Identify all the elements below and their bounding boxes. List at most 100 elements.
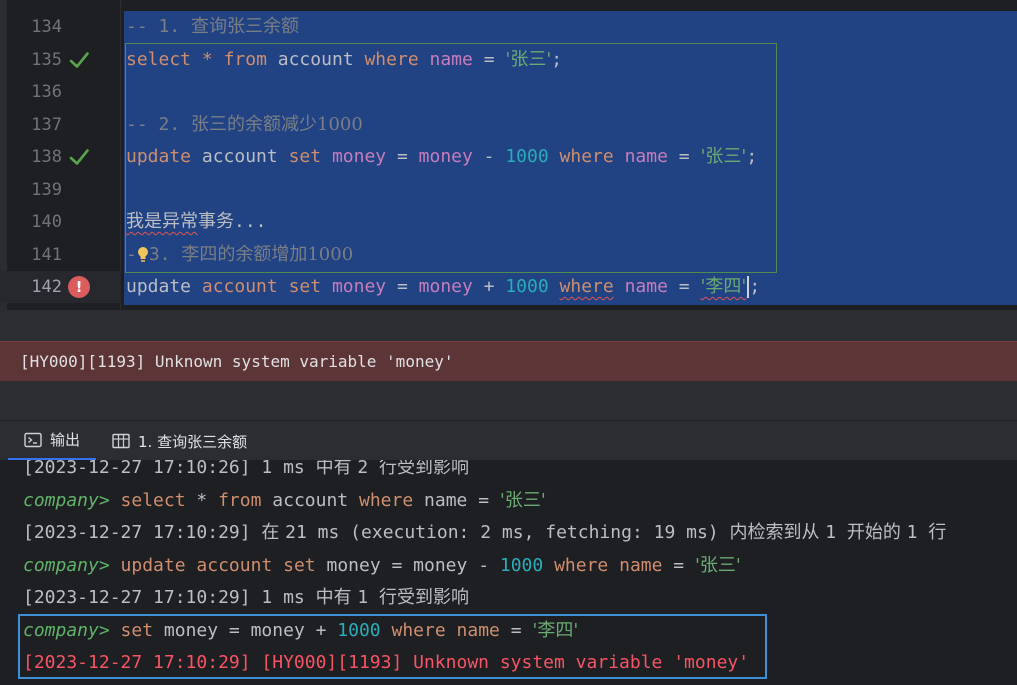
code-token: * bbox=[185, 489, 219, 511]
code-token: 行受到影响 bbox=[379, 587, 470, 608]
line-number: 140 bbox=[31, 212, 62, 232]
code-token: 在 bbox=[261, 522, 286, 543]
lightbulb-icon[interactable] bbox=[137, 246, 149, 264]
error-banner: [HY000][1193] Unknown system variable 'm… bbox=[0, 341, 1017, 381]
code-token: ; bbox=[746, 146, 758, 167]
error-icon[interactable]: ! bbox=[68, 276, 90, 298]
gutter-line: 139 bbox=[0, 174, 121, 206]
code-token: select bbox=[120, 489, 186, 511]
gutter-line: 138 bbox=[0, 141, 121, 173]
gutter-line: 133 bbox=[0, 0, 121, 10]
code-line[interactable]: update account set money = money - 1000 … bbox=[126, 141, 757, 173]
code-token: * bbox=[201, 48, 213, 70]
code-token: 开始的 bbox=[846, 522, 907, 543]
line-number: 133 bbox=[0, 0, 62, 4]
code-line[interactable]: 我是异常事务... bbox=[126, 206, 267, 238]
code-token: 1000 bbox=[337, 619, 381, 641]
console-line: company> select * from account where nam… bbox=[23, 485, 546, 517]
code-token: = bbox=[386, 276, 419, 297]
code-token: 3. bbox=[148, 243, 182, 265]
code-token: 行 bbox=[928, 522, 947, 543]
tab-output-label: 输出 bbox=[50, 431, 81, 449]
gutter-line: 136 bbox=[0, 76, 121, 108]
output-tab-bar: 输出 1. 查询张三余额 bbox=[0, 420, 1017, 461]
code-token: 李四的余额增加1000 bbox=[181, 243, 354, 265]
code-token: from bbox=[223, 48, 267, 70]
check-icon[interactable] bbox=[68, 146, 90, 168]
code-token: = bbox=[499, 619, 533, 641]
error-banner-text: [HY000][1193] Unknown system variable 'm… bbox=[20, 352, 454, 371]
code-line[interactable]: -3. 李四的余额增加1000 bbox=[126, 239, 353, 271]
gutter-line: 142! bbox=[0, 271, 121, 303]
line-number: 135 bbox=[31, 49, 62, 70]
line-number: 141 bbox=[31, 244, 62, 265]
code-token: set bbox=[288, 146, 322, 167]
code-token: '张三' bbox=[694, 554, 741, 576]
code-token: set bbox=[288, 276, 322, 297]
code-token: select bbox=[126, 48, 192, 70]
code-token: [2023-12-27 17:10:26] 1 ms bbox=[23, 460, 316, 478]
code-token: name = bbox=[413, 489, 500, 511]
code-token: set bbox=[120, 619, 154, 641]
code-token: 1000 bbox=[505, 276, 549, 297]
code-token: money bbox=[331, 146, 387, 167]
line-number-gutter: 133 134 135 136 137 138 139 140 141 142! bbox=[0, 0, 121, 310]
gutter-line: 141 bbox=[0, 239, 121, 271]
code-token: company> bbox=[23, 554, 110, 576]
output-console[interactable]: [2023-12-27 17:10:26] 1 ms 中有 2 行受到影响 com… bbox=[0, 460, 1017, 685]
code-token: '李四' bbox=[532, 619, 579, 641]
code-token: where bbox=[559, 276, 614, 297]
code-token: update bbox=[126, 276, 192, 297]
console-line: [2023-12-27 17:10:29] [HY000][1193] Unkn… bbox=[23, 647, 749, 679]
check-icon[interactable] bbox=[68, 49, 90, 71]
sql-editor[interactable]: 133 134 135 136 137 138 139 140 141 142! -- 1. 查… bbox=[0, 0, 1017, 310]
code-token: where bbox=[359, 489, 414, 511]
code-token: company> bbox=[23, 489, 110, 511]
console-line: [2023-12-27 17:10:29] 1 ms 中有 1 行受到影响 bbox=[23, 582, 469, 614]
code-line[interactable]: -- 2. 张三的余额减少1000 bbox=[126, 109, 363, 141]
code-area[interactable]: -- 1. 查询张三余额 select * from account where … bbox=[122, 0, 1017, 310]
code-token: update bbox=[120, 554, 186, 576]
console-line: company> set money = money + 1000 where … bbox=[23, 615, 578, 647]
line-number: 138 bbox=[31, 147, 62, 167]
tab-output[interactable]: 输出 bbox=[8, 421, 96, 461]
code-token: money bbox=[418, 276, 473, 297]
console-line: company> update account set money = mone… bbox=[23, 550, 741, 582]
code-line[interactable]: select * from account where name = '张三'; bbox=[126, 44, 562, 76]
code-token: 1 bbox=[357, 587, 380, 608]
code-token: account bbox=[201, 276, 278, 297]
code-token: 事务 bbox=[198, 211, 234, 232]
code-token: money = money + bbox=[153, 619, 338, 641]
code-token: where bbox=[391, 619, 446, 641]
code-token: '张三' bbox=[505, 48, 552, 70]
code-token: - bbox=[472, 146, 506, 167]
tab-query-result-label: 1. 查询张三余额 bbox=[138, 432, 248, 451]
code-token: 1 bbox=[825, 522, 847, 543]
code-token: [2023-12-27 17:10:29] [HY000][1193] Unkn… bbox=[23, 652, 750, 673]
code-token: name bbox=[624, 276, 668, 297]
code-token: name bbox=[624, 146, 668, 167]
line-number: 142 bbox=[31, 277, 62, 297]
editor-bottom-strip bbox=[0, 310, 1017, 341]
code-line[interactable]: -- 1. 查询张三余额 bbox=[126, 11, 299, 43]
code-token: company> bbox=[23, 619, 110, 641]
code-token: 21 ms (execution: 2 ms, fetching: 19 ms) bbox=[285, 522, 730, 543]
code-token: name bbox=[429, 48, 473, 70]
table-grid-icon bbox=[112, 433, 130, 449]
console-line: [2023-12-27 17:10:29] 在 21 ms (execution… bbox=[23, 517, 946, 549]
code-token: + bbox=[472, 276, 506, 297]
tab-query-result[interactable]: 1. 查询张三余额 bbox=[104, 421, 247, 461]
code-token: account bbox=[266, 48, 365, 70]
code-token: -- 2. bbox=[126, 113, 192, 135]
code-line[interactable]: update account set money = money + 1000 … bbox=[126, 271, 760, 303]
